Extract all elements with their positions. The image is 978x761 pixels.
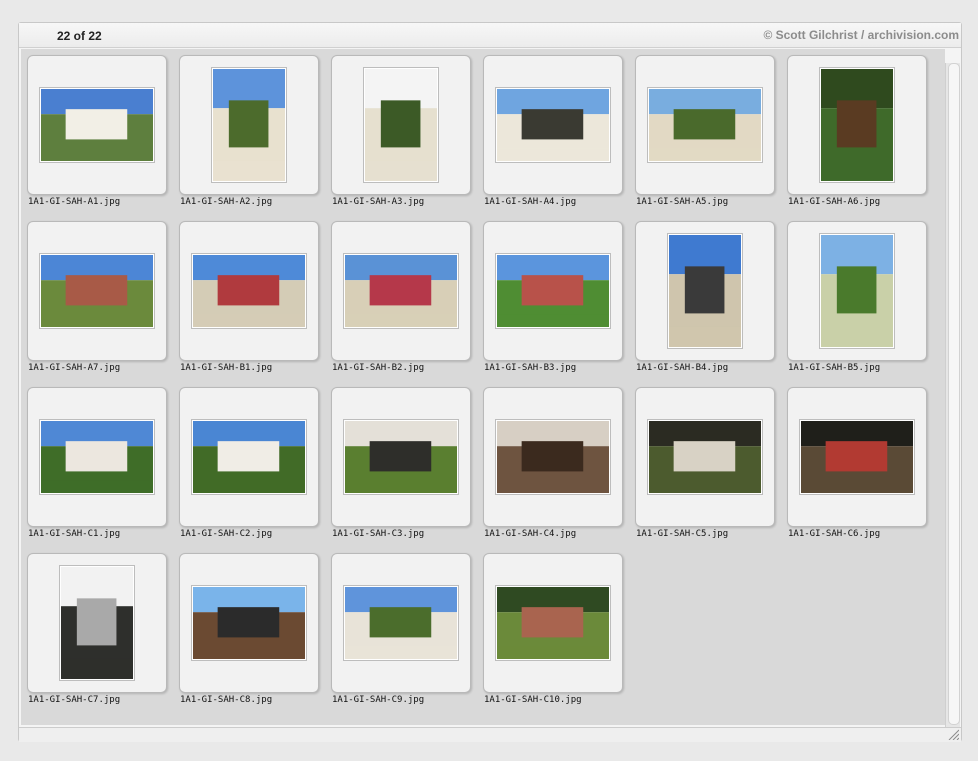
thumbnail-image[interactable] <box>821 235 893 347</box>
status-bar <box>19 727 961 742</box>
thumbnail-card[interactable] <box>331 387 471 527</box>
thumbnail-filename: 1A1-GI-SAH-B5.jpg <box>788 363 881 373</box>
thumbnail-image[interactable] <box>41 421 153 493</box>
thumbnail-card[interactable] <box>483 387 623 527</box>
thumbnail-filename: 1A1-GI-SAH-C3.jpg <box>332 529 425 539</box>
thumbnail-card[interactable] <box>27 221 167 361</box>
thumbnail-card[interactable] <box>483 55 623 195</box>
thumbnail-card[interactable] <box>331 553 471 693</box>
thumbnail-image[interactable] <box>497 421 609 493</box>
thumbnail-card[interactable] <box>483 221 623 361</box>
thumbnail-image[interactable] <box>801 421 913 493</box>
thumbnail-filename: 1A1-GI-SAH-B1.jpg <box>180 363 273 373</box>
thumbnail-filename: 1A1-GI-SAH-C8.jpg <box>180 695 273 705</box>
thumbnail-image[interactable] <box>821 69 893 181</box>
thumbnail-image[interactable] <box>345 421 457 493</box>
image-count: 22 of 22 <box>57 29 102 43</box>
thumbnail-filename: 1A1-GI-SAH-C2.jpg <box>180 529 273 539</box>
thumbnail-image[interactable] <box>61 567 133 679</box>
vertical-scrollbar[interactable] <box>945 63 960 729</box>
thumbnail-card[interactable] <box>179 221 319 361</box>
thumbnail-card[interactable] <box>635 55 775 195</box>
thumbnail-filename: 1A1-GI-SAH-C1.jpg <box>28 529 121 539</box>
thumbnail-image[interactable] <box>345 255 457 327</box>
scrollbar-thumb[interactable] <box>948 63 960 725</box>
thumbnail-image[interactable] <box>213 69 285 181</box>
thumbnail-image[interactable] <box>193 421 305 493</box>
thumbnail-filename: 1A1-GI-SAH-B4.jpg <box>636 363 729 373</box>
thumbnail-filename: 1A1-GI-SAH-B2.jpg <box>332 363 425 373</box>
thumbnail-card[interactable] <box>331 221 471 361</box>
thumbnail-image[interactable] <box>497 255 609 327</box>
thumbnail-card[interactable] <box>27 55 167 195</box>
thumbnail-card[interactable] <box>787 55 927 195</box>
thumbnail-card[interactable] <box>787 387 927 527</box>
thumbnail-filename: 1A1-GI-SAH-A7.jpg <box>28 363 121 373</box>
thumbnail-card[interactable] <box>179 553 319 693</box>
thumbnail-filename: 1A1-GI-SAH-B3.jpg <box>484 363 577 373</box>
thumbnail-image[interactable] <box>649 89 761 161</box>
thumbnail-image[interactable] <box>193 255 305 327</box>
thumbnail-image[interactable] <box>41 89 153 161</box>
thumbnail-filename: 1A1-GI-SAH-A4.jpg <box>484 197 577 207</box>
thumbnail-image[interactable] <box>41 255 153 327</box>
resize-grip-icon[interactable] <box>947 728 959 740</box>
thumbnail-image[interactable] <box>365 69 437 181</box>
thumbnail-grid: 1A1-GI-SAH-A1.jpg 1A1-GI-SAH-A2.jpg 1A1-GI… <box>21 49 945 725</box>
photo-browser-window: 22 of 22 © Scott Gilchrist / archivision… <box>18 22 962 742</box>
thumbnail-card[interactable] <box>483 553 623 693</box>
copyright-credit: © Scott Gilchrist / archivision.com <box>763 28 959 42</box>
thumbnail-filename: 1A1-GI-SAH-A5.jpg <box>636 197 729 207</box>
thumbnail-filename: 1A1-GI-SAH-A3.jpg <box>332 197 425 207</box>
thumbnail-card[interactable] <box>787 221 927 361</box>
thumbnail-image[interactable] <box>669 235 741 347</box>
thumbnail-card[interactable] <box>635 221 775 361</box>
thumbnail-image[interactable] <box>497 587 609 659</box>
thumbnail-card[interactable] <box>179 55 319 195</box>
thumbnail-card[interactable] <box>27 553 167 693</box>
thumbnail-filename: 1A1-GI-SAH-A2.jpg <box>180 197 273 207</box>
thumbnail-card[interactable] <box>179 387 319 527</box>
thumbnail-image[interactable] <box>193 587 305 659</box>
thumbnail-filename: 1A1-GI-SAH-C7.jpg <box>28 695 121 705</box>
thumbnail-filename: 1A1-GI-SAH-A6.jpg <box>788 197 881 207</box>
thumbnail-card[interactable] <box>331 55 471 195</box>
thumbnail-filename: 1A1-GI-SAH-A1.jpg <box>28 197 121 207</box>
thumbnail-filename: 1A1-GI-SAH-C10.jpg <box>484 695 582 705</box>
thumbnail-filename: 1A1-GI-SAH-C9.jpg <box>332 695 425 705</box>
thumbnail-card[interactable] <box>27 387 167 527</box>
thumbnail-filename: 1A1-GI-SAH-C5.jpg <box>636 529 729 539</box>
thumbnail-card[interactable] <box>635 387 775 527</box>
header-bar: 22 of 22 © Scott Gilchrist / archivision… <box>19 23 961 48</box>
thumbnail-image[interactable] <box>497 89 609 161</box>
thumbnail-image[interactable] <box>345 587 457 659</box>
thumbnail-filename: 1A1-GI-SAH-C4.jpg <box>484 529 577 539</box>
thumbnail-image[interactable] <box>649 421 761 493</box>
thumbnail-filename: 1A1-GI-SAH-C6.jpg <box>788 529 881 539</box>
